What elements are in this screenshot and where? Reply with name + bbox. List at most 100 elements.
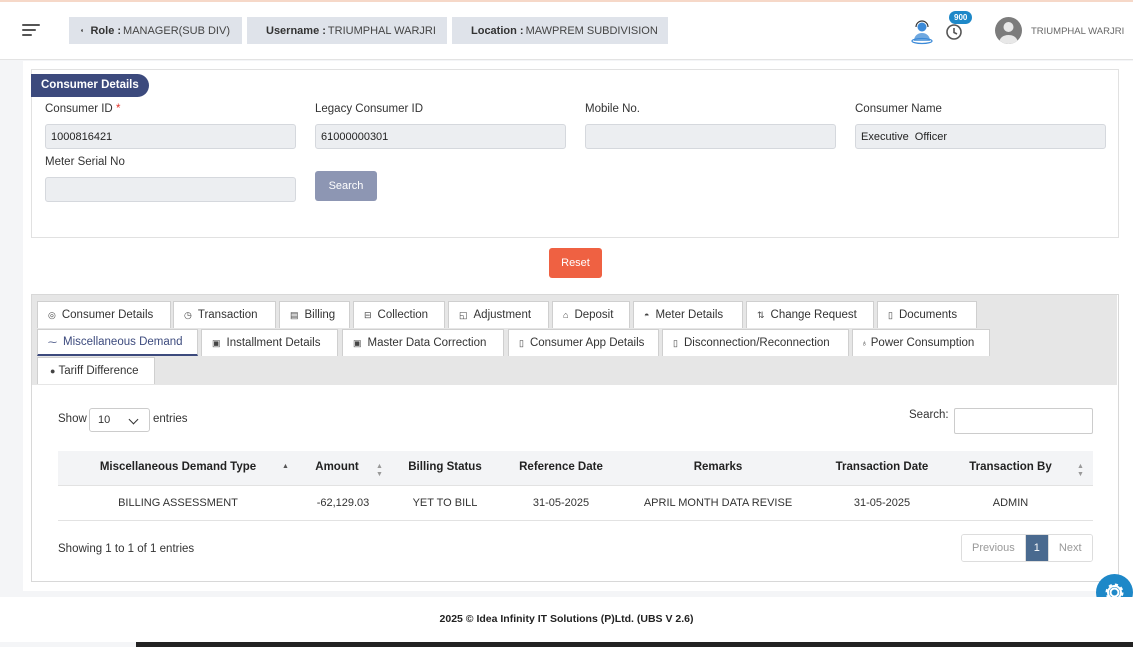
tab-power-consumption[interactable]: ♁ Power Consumption	[852, 329, 990, 356]
mobile-label: Mobile No.	[585, 103, 640, 115]
section-title: Consumer Details	[31, 74, 149, 97]
sort-asc-icon: ▲	[282, 463, 289, 470]
tab-miscellaneous-demand[interactable]: ⁓ Miscellaneous Demand	[37, 329, 198, 356]
tab-label: Change Request	[770, 309, 857, 321]
header-username[interactable]: TRIUMPHAL WARJRI	[1031, 26, 1124, 37]
tab-label: Installment Details	[226, 337, 321, 349]
adjust-icon: ◱	[459, 309, 468, 320]
tab-installment-details[interactable]: ▣ Installment Details	[201, 329, 338, 356]
column-header-text: Remarks	[693, 461, 743, 473]
tab-meter-details[interactable]: ◓ Meter Details	[633, 301, 743, 328]
copyright-text: 2025 © Idea Infinity IT Solutions (P)Ltd…	[439, 613, 694, 625]
bill-icon: ▤	[290, 309, 299, 320]
target-icon: ◎	[48, 309, 56, 320]
sort-icon: ▲ ▼	[376, 463, 383, 478]
tab-label: Meter Details	[655, 309, 724, 321]
column-header[interactable]: Billing Status	[388, 451, 502, 486]
column-header[interactable]: Remarks	[620, 451, 816, 486]
consumer-search-card	[31, 69, 1119, 238]
tab-label: Miscellaneous Demand	[63, 336, 183, 348]
meter-serial-input[interactable]	[45, 177, 296, 202]
consumer-id-input[interactable]	[45, 124, 296, 149]
entries-value: 10	[98, 414, 111, 426]
tab-change-request[interactable]: ⇅ Change Request	[746, 301, 874, 328]
column-header-text: Transaction Date	[835, 461, 929, 473]
meter-serial-label: Meter Serial No	[45, 156, 125, 168]
tab-master-data-correction[interactable]: ▣ Master Data Correction	[342, 329, 504, 356]
consumer-name-input[interactable]	[855, 124, 1106, 149]
calendar-icon: ▣	[212, 337, 221, 348]
column-header[interactable]: Transaction By	[948, 451, 1073, 486]
tab-collection[interactable]: ⊟ Collection	[353, 301, 445, 328]
document-icon: ▯	[888, 309, 893, 320]
history-icon: ◷	[184, 309, 192, 320]
table-cell: BILLING ASSESSMENT	[118, 497, 238, 509]
support-agent-icon[interactable]	[909, 19, 935, 45]
tab-label: Tariff Difference	[58, 365, 139, 377]
next-button[interactable]: Next	[1047, 535, 1092, 561]
tab-label: Deposit	[574, 309, 614, 321]
tab-transaction[interactable]: ◷ Transaction	[173, 301, 276, 328]
tab-label: Transaction	[197, 309, 258, 321]
tab-consumer-details[interactable]: ◎ Consumer Details	[37, 301, 171, 328]
table-search-input[interactable]	[954, 408, 1093, 434]
username-label: Username :	[266, 24, 326, 37]
legacy-id-label: Legacy Consumer ID	[315, 103, 424, 115]
location-chip: Location : MAWPREM SUBDIVISION	[452, 17, 668, 44]
reset-button[interactable]: Reset	[549, 248, 602, 278]
plug-icon: ▯	[673, 337, 678, 348]
tab-label: Power Consumption	[870, 337, 975, 349]
search-button[interactable]: Search	[315, 171, 377, 201]
page-1-button[interactable]: 1	[1024, 535, 1048, 561]
avatar[interactable]	[995, 17, 1022, 44]
swap-icon: ⇅	[757, 309, 765, 320]
database-icon: ▣	[353, 337, 362, 348]
menu-toggle-icon[interactable]	[22, 24, 40, 38]
consumer-name-label: Consumer Name	[855, 103, 942, 115]
tab-deposit[interactable]: ⌂ Deposit	[552, 301, 630, 328]
tab-adjustment[interactable]: ◱ Adjustment	[448, 301, 549, 328]
bottom-bar	[136, 642, 1133, 647]
consumer-id-label: Consumer ID *	[45, 103, 120, 115]
table-cell: ADMIN	[992, 497, 1029, 509]
column-header[interactable]: Amount	[298, 451, 376, 486]
username-chip: Username : TRIUMPHAL WARJRI	[247, 17, 447, 44]
tab-label: Consumer Details	[61, 309, 154, 321]
table-cell: 31-05-2025	[532, 497, 590, 509]
role-value: MANAGER(SUB DIV)	[123, 24, 230, 37]
required-mark: *	[115, 103, 121, 115]
column-header-text: Reference Date	[519, 461, 603, 473]
tab-consumer-app-details[interactable]: ▯ Consumer App Details	[508, 329, 659, 356]
pagination: Previous 1 Next	[961, 534, 1093, 562]
column-header-text: Amount	[315, 461, 359, 473]
previous-button[interactable]: Previous	[962, 535, 1025, 561]
phone-icon: ▯	[519, 337, 524, 348]
bolt-icon	[81, 29, 84, 32]
notification-badge: 900	[949, 11, 973, 24]
dot-icon: ●	[50, 366, 56, 376]
table-cell: APRIL MONTH DATA REVISE	[643, 497, 793, 509]
sort-icon: ▲ ▼	[1077, 463, 1084, 478]
chevron-down-icon	[128, 414, 139, 425]
column-header[interactable]: Transaction Date	[816, 451, 948, 486]
table-cell: -62,129.03	[316, 497, 370, 509]
legacy-id-input[interactable]	[315, 124, 566, 149]
search-label: Search:	[909, 409, 949, 421]
bank-icon: ⌂	[563, 310, 569, 320]
tab-documents[interactable]: ▯ Documents	[877, 301, 977, 328]
tab-label: Master Data Correction	[367, 337, 487, 349]
column-header[interactable]: Miscellaneous Demand Type	[58, 451, 298, 486]
bulb-icon: ♁	[861, 338, 868, 348]
tab-disconnection-reconnection[interactable]: ▯ Disconnection/Reconnection	[662, 329, 849, 356]
role-label: Role :	[90, 24, 122, 37]
tab-label: Consumer App Details	[529, 337, 645, 349]
tab-tariff-difference[interactable]: ● Tariff Difference	[37, 357, 155, 384]
entries-select[interactable]: 10	[89, 408, 150, 432]
clock-icon[interactable]	[945, 23, 963, 41]
column-header[interactable]: Reference Date	[502, 451, 620, 486]
person-icon	[999, 22, 1018, 44]
tab-label: Billing	[304, 309, 336, 321]
mobile-input[interactable]	[585, 124, 836, 149]
tab-billing[interactable]: ▤ Billing	[279, 301, 350, 328]
top-header: Role : MANAGER(SUB DIV) Username : TRIUM…	[0, 2, 1133, 60]
